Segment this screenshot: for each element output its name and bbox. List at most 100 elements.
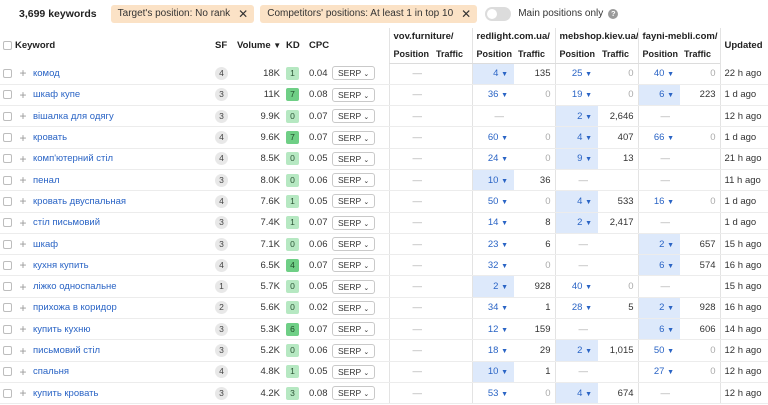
col-position[interactable]: Position — [471, 45, 514, 64]
position-cell[interactable]: 4 ▼ — [554, 190, 598, 213]
col-kd[interactable]: KD — [280, 28, 309, 63]
row-checkbox[interactable] — [3, 90, 12, 100]
position-cell[interactable]: 10 ▼ — [471, 169, 514, 192]
plus-icon[interactable]: + — [19, 66, 26, 80]
row-checkbox[interactable] — [3, 133, 12, 143]
col-competitor-4[interactable]: fayni-mebli.com/ — [637, 28, 721, 45]
position-cell[interactable]: 40 ▼ — [554, 275, 598, 298]
serp-dropdown[interactable]: SERP ⌄ — [332, 343, 376, 358]
plus-icon[interactable]: + — [19, 322, 26, 336]
serp-dropdown[interactable]: SERP ⌄ — [332, 87, 376, 102]
position-cell[interactable]: 2 ▼ — [554, 212, 598, 234]
plus-icon[interactable]: + — [19, 216, 26, 230]
serp-dropdown[interactable]: SERP ⌄ — [332, 130, 376, 145]
serp-dropdown[interactable]: SERP ⌄ — [332, 386, 376, 401]
keyword-link[interactable]: кровать двуспальная — [33, 196, 126, 207]
position-cell[interactable]: 2 ▼ — [637, 297, 681, 320]
position-cell[interactable]: 6 ▼ — [637, 318, 681, 341]
plus-icon[interactable]: + — [19, 258, 26, 272]
row-checkbox[interactable] — [3, 68, 12, 78]
plus-icon[interactable]: + — [19, 109, 26, 123]
keyword-link[interactable]: спальня — [33, 366, 69, 377]
sf-badge[interactable]: 3 — [215, 88, 228, 102]
position-cell[interactable]: 66 ▼ — [637, 126, 681, 149]
position-cell[interactable]: 2 ▼ — [471, 275, 514, 298]
row-checkbox[interactable] — [3, 239, 12, 249]
serp-dropdown[interactable]: SERP ⌄ — [332, 258, 376, 273]
row-checkbox[interactable] — [3, 345, 12, 355]
position-cell[interactable]: 12 ▼ — [471, 318, 514, 341]
close-icon[interactable]: ✕ — [461, 7, 471, 21]
position-cell[interactable]: 2 ▼ — [637, 233, 681, 256]
row-checkbox[interactable] — [3, 154, 12, 164]
serp-dropdown[interactable]: SERP ⌄ — [332, 279, 376, 294]
keyword-link[interactable]: кухня купить — [33, 260, 89, 271]
position-cell[interactable]: 32 ▼ — [471, 254, 514, 277]
keyword-link[interactable]: комп'ютерний стіл — [33, 153, 113, 164]
plus-icon[interactable]: + — [19, 152, 26, 166]
plus-icon[interactable]: + — [19, 344, 26, 358]
keyword-link[interactable]: шкаф — [33, 239, 58, 250]
col-position[interactable]: Position — [388, 45, 432, 64]
keyword-link[interactable]: стіл письмовий — [33, 217, 100, 228]
serp-dropdown[interactable]: SERP ⌄ — [332, 215, 376, 230]
close-icon[interactable]: ✕ — [238, 7, 248, 21]
row-checkbox[interactable] — [3, 218, 12, 228]
help-icon[interactable]: ? — [608, 8, 619, 19]
row-checkbox[interactable] — [3, 367, 12, 377]
position-cell[interactable]: 50 ▼ — [471, 190, 514, 213]
position-cell[interactable]: 23 ▼ — [471, 233, 514, 256]
sf-badge[interactable]: 4 — [215, 66, 228, 80]
position-cell[interactable]: 24 ▼ — [471, 148, 514, 170]
position-cell[interactable]: 9 ▼ — [554, 148, 598, 170]
serp-dropdown[interactable]: SERP ⌄ — [332, 109, 376, 124]
position-cell[interactable]: 4 ▼ — [471, 63, 514, 85]
position-cell[interactable]: 4 ▼ — [554, 126, 598, 149]
serp-dropdown[interactable]: SERP ⌄ — [332, 173, 376, 188]
col-keyword[interactable]: Keyword — [15, 28, 215, 63]
serp-dropdown[interactable]: SERP ⌄ — [332, 364, 376, 379]
serp-dropdown[interactable]: SERP ⌄ — [332, 151, 376, 166]
col-position[interactable]: Position — [637, 45, 681, 64]
sf-badge[interactable]: 3 — [215, 237, 228, 251]
plus-icon[interactable]: + — [19, 301, 26, 315]
sf-badge[interactable]: 4 — [215, 194, 228, 208]
serp-dropdown[interactable]: SERP ⌄ — [332, 66, 376, 81]
position-cell[interactable]: 53 ▼ — [471, 382, 514, 405]
plus-icon[interactable]: + — [19, 131, 26, 145]
row-checkbox[interactable] — [3, 282, 12, 292]
position-cell[interactable]: 50 ▼ — [637, 339, 681, 362]
position-cell[interactable]: 4 ▼ — [554, 382, 598, 405]
keyword-link[interactable]: купить кровать — [33, 388, 98, 399]
position-cell[interactable]: 40 ▼ — [637, 63, 681, 85]
sf-badge[interactable]: 4 — [215, 131, 228, 145]
col-volume[interactable]: Volume ▼ — [237, 28, 280, 63]
position-cell[interactable]: 60 ▼ — [471, 126, 514, 149]
col-position[interactable]: Position — [554, 45, 598, 64]
sf-badge[interactable]: 4 — [215, 152, 228, 166]
position-cell[interactable]: 2 ▼ — [554, 339, 598, 362]
filter-chip-competitors-positions[interactable]: Competitors' positions: At least 1 in to… — [260, 4, 478, 23]
serp-dropdown[interactable]: SERP ⌄ — [332, 194, 376, 209]
keyword-link[interactable]: прихожа в коридор — [33, 302, 117, 313]
plus-icon[interactable]: + — [19, 88, 26, 102]
row-checkbox[interactable] — [3, 260, 12, 270]
keyword-link[interactable]: шкаф купе — [33, 89, 80, 100]
plus-icon[interactable]: + — [19, 173, 26, 187]
serp-dropdown[interactable]: SERP ⌄ — [332, 300, 376, 315]
keyword-link[interactable]: пенал — [33, 175, 60, 186]
sf-badge[interactable]: 3 — [215, 173, 228, 187]
position-cell[interactable]: 27 ▼ — [637, 361, 681, 383]
sf-badge[interactable]: 3 — [215, 109, 228, 123]
select-all-checkbox[interactable] — [3, 40, 12, 50]
sf-badge[interactable]: 2 — [215, 301, 228, 315]
col-updated[interactable]: Updated — [719, 28, 768, 63]
position-cell[interactable]: 28 ▼ — [554, 297, 598, 320]
row-checkbox[interactable] — [3, 303, 12, 313]
row-checkbox[interactable] — [3, 388, 12, 398]
position-cell[interactable]: 18 ▼ — [471, 339, 514, 362]
sf-badge[interactable]: 3 — [215, 386, 228, 400]
row-checkbox[interactable] — [3, 324, 12, 334]
position-cell[interactable]: 10 ▼ — [471, 361, 514, 383]
position-cell[interactable]: 14 ▼ — [471, 212, 514, 234]
